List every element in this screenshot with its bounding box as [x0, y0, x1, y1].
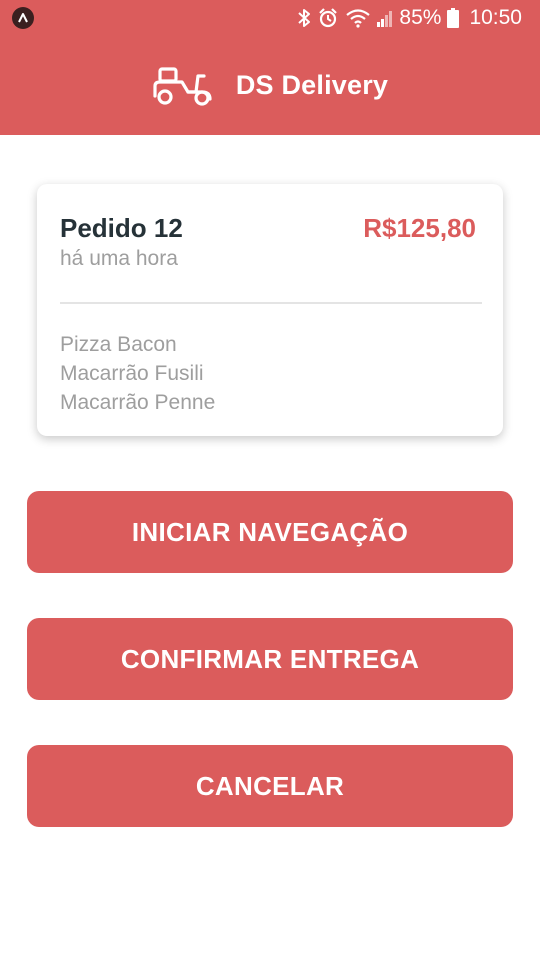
card-divider	[60, 302, 482, 304]
start-navigation-button[interactable]: INICIAR NAVEGAÇÃO	[27, 491, 513, 573]
bluetooth-icon	[297, 8, 311, 28]
battery-percent: 85%	[399, 6, 442, 29]
clock-time: 10:50	[469, 6, 522, 29]
app-title: DS Delivery	[235, 70, 389, 100]
delivery-scooter-icon	[152, 66, 214, 106]
order-price: R$125,80	[363, 213, 476, 243]
alarm-icon	[317, 7, 339, 29]
order-card: Pedido 12 R$125,80 há uma hora Pizza Bac…	[37, 184, 503, 436]
order-item: Pizza Bacon	[60, 333, 177, 356]
confirm-delivery-button[interactable]: CONFIRMAR ENTREGA	[27, 618, 513, 700]
app-header: DS Delivery	[0, 36, 540, 135]
order-item: Macarrão Fusili	[60, 362, 204, 385]
app-indicator-icon	[12, 7, 34, 29]
order-time: há uma hora	[60, 247, 178, 270]
status-bar: 85% 10:50	[0, 0, 540, 36]
order-items-list: Pizza Bacon Macarrão Fusili Macarrão Pen…	[60, 330, 481, 417]
order-title: Pedido 12	[60, 213, 183, 243]
signal-icon	[377, 9, 393, 27]
cancel-button[interactable]: CANCELAR	[27, 745, 513, 827]
battery-icon	[447, 8, 460, 28]
wifi-icon	[345, 8, 371, 28]
order-item: Macarrão Penne	[60, 391, 216, 414]
